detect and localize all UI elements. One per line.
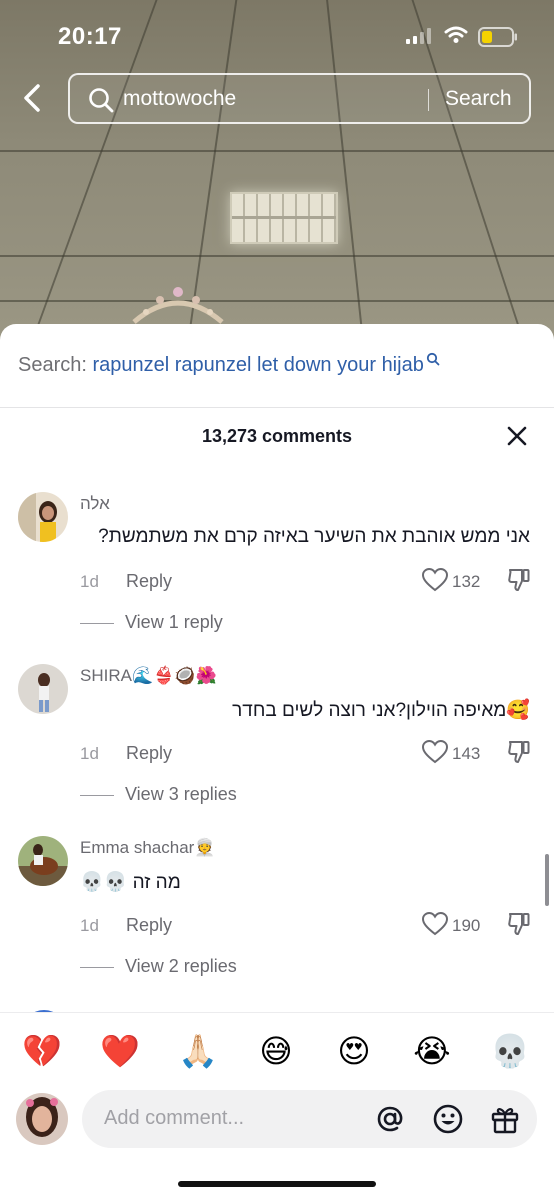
battery-icon <box>478 27 517 47</box>
emoji-skull[interactable]: 💀 <box>488 1031 532 1071</box>
replies-line <box>80 967 114 968</box>
comment-time: 1d <box>80 572 99 591</box>
related-search[interactable]: Search: rapunzel rapunzel let down your … <box>18 352 440 377</box>
search-divider <box>428 89 429 111</box>
wifi-icon <box>444 26 468 43</box>
comment-item[interactable]: SHIRA🌊👙🥥🌺 🥰מאיפה הוילון?אני רוצה לשים בח… <box>0 664 554 834</box>
like-count: 190 <box>452 916 481 935</box>
comment-username[interactable]: Emma shachar👳 <box>80 838 216 858</box>
comment-text: 💀💀 מה זה <box>80 872 181 893</box>
heart-icon[interactable] <box>422 568 448 592</box>
view-replies-button[interactable]: View 1 reply <box>125 612 223 633</box>
ceiling-light <box>230 192 338 244</box>
like-count: 143 <box>452 744 481 763</box>
tiara-image <box>132 287 224 324</box>
comment-input[interactable]: Add comment... <box>82 1090 537 1148</box>
reply-button[interactable]: Reply <box>126 915 172 936</box>
search-button[interactable]: Search <box>445 87 512 111</box>
back-icon[interactable] <box>20 84 44 112</box>
search-bar[interactable]: mottowoche Search <box>68 73 531 124</box>
divider <box>0 407 554 408</box>
emoji-sweat-smile[interactable]: 😅 <box>254 1031 298 1071</box>
avatar[interactable] <box>18 836 68 886</box>
home-indicator[interactable] <box>178 1181 376 1187</box>
search-icon <box>426 352 440 366</box>
comment-username[interactable]: אלה <box>80 494 110 514</box>
status-bar: 20:17 <box>0 0 554 64</box>
search-icon <box>89 88 114 113</box>
cellular-signal-icon <box>406 28 431 44</box>
comment-username[interactable]: SHIRA🌊👙🥥🌺 <box>80 666 217 686</box>
search-input[interactable]: mottowoche <box>123 87 236 111</box>
comment-item[interactable]: אלה אני ממש אוהבת את השיער באיזה קרם את … <box>0 492 554 662</box>
heart-icon[interactable] <box>422 912 448 936</box>
reply-button[interactable]: Reply <box>126 743 172 764</box>
gift-icon[interactable] <box>489 1103 521 1135</box>
comment-text: אני ממש אוהבת את השיער באיזה קרם את משתמ… <box>98 526 530 547</box>
emoji-broken-heart[interactable]: 💔 <box>20 1031 64 1071</box>
comment-item[interactable]: Emma shachar👳 💀💀 מה זה 1d Reply 190 View… <box>0 836 554 1006</box>
emoji-icon[interactable] <box>432 1103 464 1135</box>
avatar[interactable] <box>18 492 68 542</box>
related-search-label: Search: <box>18 354 87 376</box>
avatar[interactable] <box>18 664 68 714</box>
like-count: 132 <box>452 572 481 591</box>
replies-line <box>80 795 114 796</box>
replies-line <box>80 623 114 624</box>
avatar[interactable] <box>16 1093 68 1145</box>
mention-icon[interactable] <box>374 1103 406 1135</box>
emoji-praying-hands[interactable]: 🙏🏻 <box>176 1031 220 1071</box>
view-replies-button[interactable]: View 3 replies <box>125 784 237 805</box>
comment-input-placeholder[interactable]: Add comment... <box>104 1107 244 1130</box>
heart-icon[interactable] <box>422 740 448 764</box>
dislike-icon[interactable] <box>508 912 530 936</box>
reply-button[interactable]: Reply <box>126 571 172 592</box>
comment-count: 13,273 comments <box>201 426 353 446</box>
comment-composer: 💔 ❤️ 🙏🏻 😅 😍 😭 💀 Add comment... <box>0 1012 554 1200</box>
emoji-red-heart[interactable]: ❤️ <box>98 1031 142 1071</box>
emoji-crying[interactable]: 😭 <box>410 1031 454 1071</box>
comment-text: 🥰מאיפה הוילון?אני רוצה לשים בחדר <box>232 700 530 721</box>
quick-emoji-bar: 💔 ❤️ 🙏🏻 😅 😍 😭 💀 <box>0 1031 554 1075</box>
dislike-icon[interactable] <box>508 568 530 592</box>
emoji-heart-eyes[interactable]: 😍 <box>332 1031 376 1071</box>
close-icon[interactable] <box>506 425 528 447</box>
scrollbar[interactable] <box>545 854 549 906</box>
view-replies-button[interactable]: View 2 replies <box>125 956 237 977</box>
comment-time: 1d <box>80 744 99 763</box>
related-search-term[interactable]: rapunzel rapunzel let down your hijab <box>93 354 424 376</box>
status-time: 20:17 <box>58 23 122 50</box>
comment-time: 1d <box>80 916 99 935</box>
dislike-icon[interactable] <box>508 740 530 764</box>
